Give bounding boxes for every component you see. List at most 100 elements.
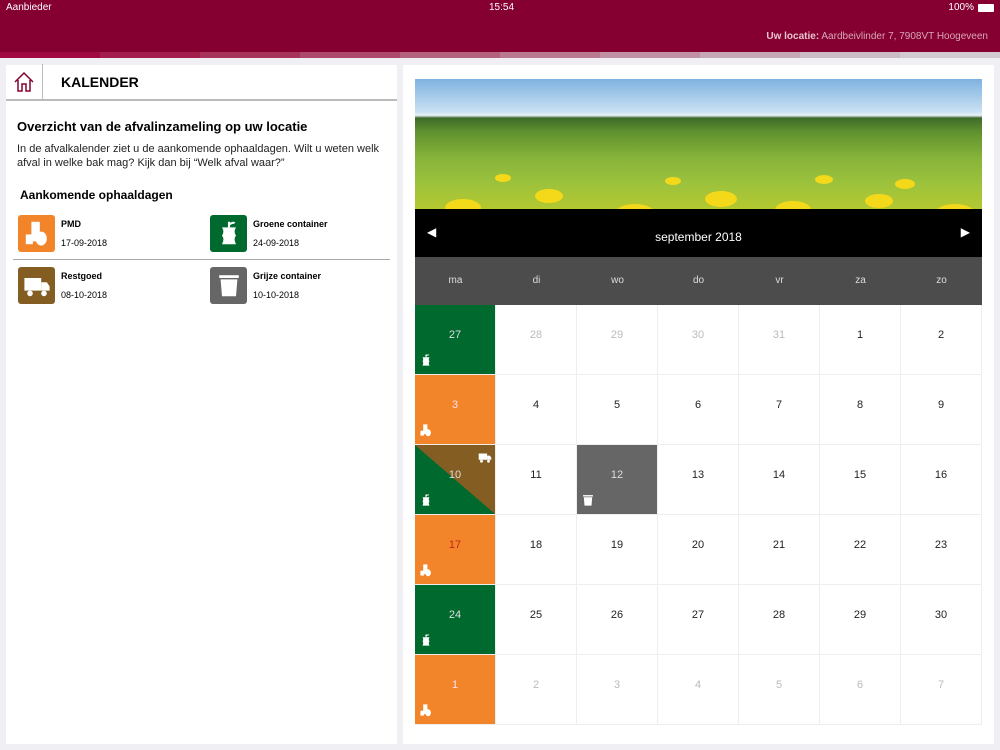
day-number: 22: [853, 539, 867, 551]
waste-type-icon: [18, 266, 55, 304]
day-number: 10: [448, 469, 462, 481]
battery-level: 100%: [948, 2, 974, 13]
day-number: 25: [529, 609, 543, 621]
calendar-day[interactable]: 30: [901, 585, 982, 655]
apple-core-icon: [221, 221, 236, 245]
divider: [13, 259, 390, 260]
header-photo: [415, 79, 982, 209]
calendar-day[interactable]: 9: [901, 375, 982, 445]
calendar-day[interactable]: 24: [415, 585, 496, 655]
calendar-day[interactable]: 14: [739, 445, 820, 515]
waste-type-icon: [210, 214, 247, 252]
day-number: 19: [610, 539, 624, 551]
apple-core-icon: [422, 494, 430, 506]
pmd-packaging-icon: [420, 564, 431, 577]
calendar-day[interactable]: 16: [901, 445, 982, 515]
upcoming-list: PMD 17-09-2018 Groene container 24-09-2018 R…: [13, 212, 390, 306]
calendar-day[interactable]: 29: [820, 585, 901, 655]
calendar-day[interactable]: 6: [658, 375, 739, 445]
day-number: 20: [691, 539, 705, 551]
calendar-day[interactable]: 5: [739, 655, 820, 725]
calendar-day[interactable]: 2: [901, 305, 982, 375]
calendar-day[interactable]: 17: [415, 515, 496, 585]
calendar-day[interactable]: 3: [577, 655, 658, 725]
calendar-day[interactable]: 23: [901, 515, 982, 585]
pickup-date: 17-09-2018: [61, 237, 108, 248]
upcoming-item[interactable]: PMD 17-09-2018: [18, 212, 210, 254]
day-number: 16: [934, 469, 948, 481]
pmd-packaging-icon: [420, 424, 431, 437]
waste-type-icon: [18, 214, 55, 252]
calendar-day[interactable]: 15: [820, 445, 901, 515]
home-button[interactable]: [6, 64, 43, 100]
waste-type-name: PMD: [61, 218, 81, 229]
app-header: Aanbieder 15:54 100% Uw locatie: Aardbei…: [0, 0, 1000, 52]
truck-icon: [23, 278, 50, 297]
upcoming-item[interactable]: Groene container 24-09-2018: [210, 212, 402, 254]
dandelion: [705, 191, 737, 207]
day-number: 7: [937, 679, 945, 691]
month-nav: ◀ september 2018 ▶: [415, 209, 982, 257]
calendar-day[interactable]: 18: [496, 515, 577, 585]
day-number: 24: [448, 609, 462, 621]
calendar-day[interactable]: 12: [577, 445, 658, 515]
calendar-day[interactable]: 28: [739, 585, 820, 655]
day-number: 29: [853, 609, 867, 621]
day-number: 1: [451, 679, 459, 691]
apple-core-icon: [422, 634, 430, 646]
day-number: 6: [694, 399, 702, 411]
calendar-panel: ◀ september 2018 ▶ ma di wo do vr za zo 27 28 29…: [403, 65, 994, 744]
calendar-day[interactable]: 1: [820, 305, 901, 375]
calendar-day[interactable]: 26: [577, 585, 658, 655]
calendar-day[interactable]: 27: [415, 305, 496, 375]
calendar-day[interactable]: 1: [415, 655, 496, 725]
calendar-day[interactable]: 20: [658, 515, 739, 585]
pickup-date: 24-09-2018: [253, 237, 300, 248]
upcoming-heading: Aankomende ophaaldagen: [20, 188, 173, 202]
pickup-date: 08-10-2018: [61, 289, 108, 300]
calendar-day[interactable]: 3: [415, 375, 496, 445]
calendar-day[interactable]: 29: [577, 305, 658, 375]
calendar-day[interactable]: 7: [739, 375, 820, 445]
calendar-day[interactable]: 22: [820, 515, 901, 585]
weekday-label: za: [855, 275, 866, 286]
day-number: 30: [691, 329, 705, 341]
calendar-day[interactable]: 30: [658, 305, 739, 375]
weekday-label: zo: [936, 275, 947, 286]
pmd-packaging-icon: [25, 221, 47, 246]
calendar-day[interactable]: 2: [496, 655, 577, 725]
calendar-day[interactable]: 4: [496, 375, 577, 445]
calendar-day[interactable]: 8: [820, 375, 901, 445]
day-number: 4: [532, 399, 540, 411]
upcoming-item[interactable]: Restgoed 08-10-2018: [18, 264, 210, 306]
calendar-day[interactable]: 25: [496, 585, 577, 655]
calendar-day[interactable]: 7: [901, 655, 982, 725]
calendar-day[interactable]: 6: [820, 655, 901, 725]
calendar-day[interactable]: 19: [577, 515, 658, 585]
day-number: 8: [856, 399, 864, 411]
calendar-day[interactable]: 4: [658, 655, 739, 725]
carrier: Aanbieder: [6, 2, 52, 13]
day-number: 5: [775, 679, 783, 691]
upcoming-item[interactable]: Grijze container 10-10-2018: [210, 264, 402, 306]
day-number: 26: [610, 609, 624, 621]
calendar-day[interactable]: 11: [496, 445, 577, 515]
location: Uw locatie: Aardbeivlinder 7, 7908VT Hoo…: [766, 31, 988, 42]
calendar-day[interactable]: 31: [739, 305, 820, 375]
calendar-day[interactable]: 13: [658, 445, 739, 515]
dandelion: [495, 174, 511, 182]
day-number: 17: [448, 539, 462, 551]
dandelion: [445, 199, 481, 209]
calendar-day[interactable]: 5: [577, 375, 658, 445]
calendar-day[interactable]: 27: [658, 585, 739, 655]
wheelie-bin-icon: [583, 495, 593, 506]
calendar-day[interactable]: 28: [496, 305, 577, 375]
calendar-day[interactable]: 10: [415, 445, 496, 515]
weekday-label: vr: [775, 275, 784, 286]
location-label: Uw locatie:: [766, 31, 820, 42]
clock: 15:54: [489, 2, 515, 13]
next-month-button[interactable]: ▶: [961, 225, 970, 239]
location-value: Aardbeivlinder 7, 7908VT Hoogeveen: [821, 31, 988, 42]
dandelion: [665, 177, 681, 185]
calendar-day[interactable]: 21: [739, 515, 820, 585]
